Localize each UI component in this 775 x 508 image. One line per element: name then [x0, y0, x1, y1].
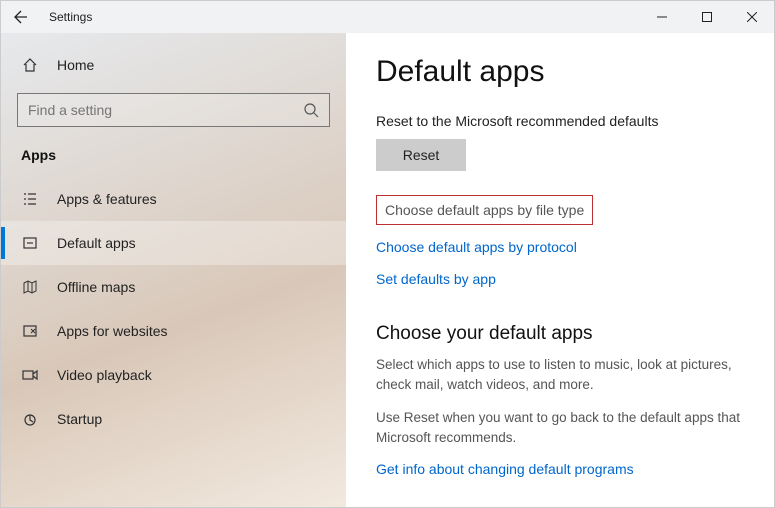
startup-icon — [21, 411, 39, 427]
content-area: Home Apps Apps & features Default apps — [1, 33, 774, 507]
description-para-1: Select which apps to use to listen to mu… — [376, 355, 744, 394]
video-icon — [21, 367, 39, 383]
sidebar-item-label: Offline maps — [57, 279, 135, 295]
sidebar-item-label: Startup — [57, 411, 102, 427]
search-icon — [303, 102, 319, 118]
titlebar: Settings — [1, 1, 774, 33]
reset-description: Reset to the Microsoft recommended defau… — [376, 113, 744, 129]
sidebar: Home Apps Apps & features Default apps — [1, 33, 346, 507]
home-nav[interactable]: Home — [1, 45, 346, 85]
sidebar-item-label: Apps & features — [57, 191, 157, 207]
sidebar-item-label: Apps for websites — [57, 323, 168, 339]
maximize-icon — [702, 12, 712, 22]
minimize-icon — [657, 12, 667, 22]
sidebar-item-apps-websites[interactable]: Apps for websites — [1, 309, 346, 353]
reset-button[interactable]: Reset — [376, 139, 466, 171]
link-choose-by-protocol[interactable]: Choose default apps by protocol — [376, 231, 744, 263]
map-icon — [21, 279, 39, 295]
sidebar-item-default-apps[interactable]: Default apps — [1, 221, 346, 265]
sidebar-item-offline-maps[interactable]: Offline maps — [1, 265, 346, 309]
search-box[interactable] — [17, 93, 330, 127]
maximize-button[interactable] — [684, 1, 729, 33]
search-input[interactable] — [28, 102, 303, 118]
home-icon — [21, 57, 39, 73]
sub-heading: Choose your default apps — [376, 323, 744, 345]
window-controls — [639, 1, 774, 33]
sidebar-item-apps-features[interactable]: Apps & features — [1, 177, 346, 221]
description-para-2: Use Reset when you want to go back to th… — [376, 408, 744, 447]
close-icon — [747, 12, 757, 22]
nav-list: Apps & features Default apps Offline map… — [1, 177, 346, 441]
link-get-info[interactable]: Get info about changing default programs — [376, 461, 744, 477]
home-label: Home — [57, 57, 94, 73]
settings-window: Settings Home Apps Apps & fe — [0, 0, 775, 508]
minimize-button[interactable] — [639, 1, 684, 33]
arrow-left-icon — [13, 9, 29, 25]
sidebar-section-apps: Apps — [1, 141, 346, 177]
sidebar-item-video-playback[interactable]: Video playback — [1, 353, 346, 397]
page-title: Default apps — [376, 55, 744, 89]
sidebar-item-startup[interactable]: Startup — [1, 397, 346, 441]
sidebar-item-label: Default apps — [57, 235, 136, 251]
close-button[interactable] — [729, 1, 774, 33]
defaults-icon — [21, 235, 39, 251]
main-pane: Default apps Reset to the Microsoft reco… — [346, 33, 774, 507]
back-button[interactable] — [1, 1, 41, 33]
website-icon — [21, 323, 39, 339]
list-icon — [21, 191, 39, 207]
link-set-defaults-by-app[interactable]: Set defaults by app — [376, 263, 744, 295]
sidebar-item-label: Video playback — [57, 367, 152, 383]
links-section: Choose default apps by file type Choose … — [376, 195, 744, 295]
link-choose-by-filetype[interactable]: Choose default apps by file type — [376, 195, 593, 225]
window-title: Settings — [41, 10, 92, 24]
